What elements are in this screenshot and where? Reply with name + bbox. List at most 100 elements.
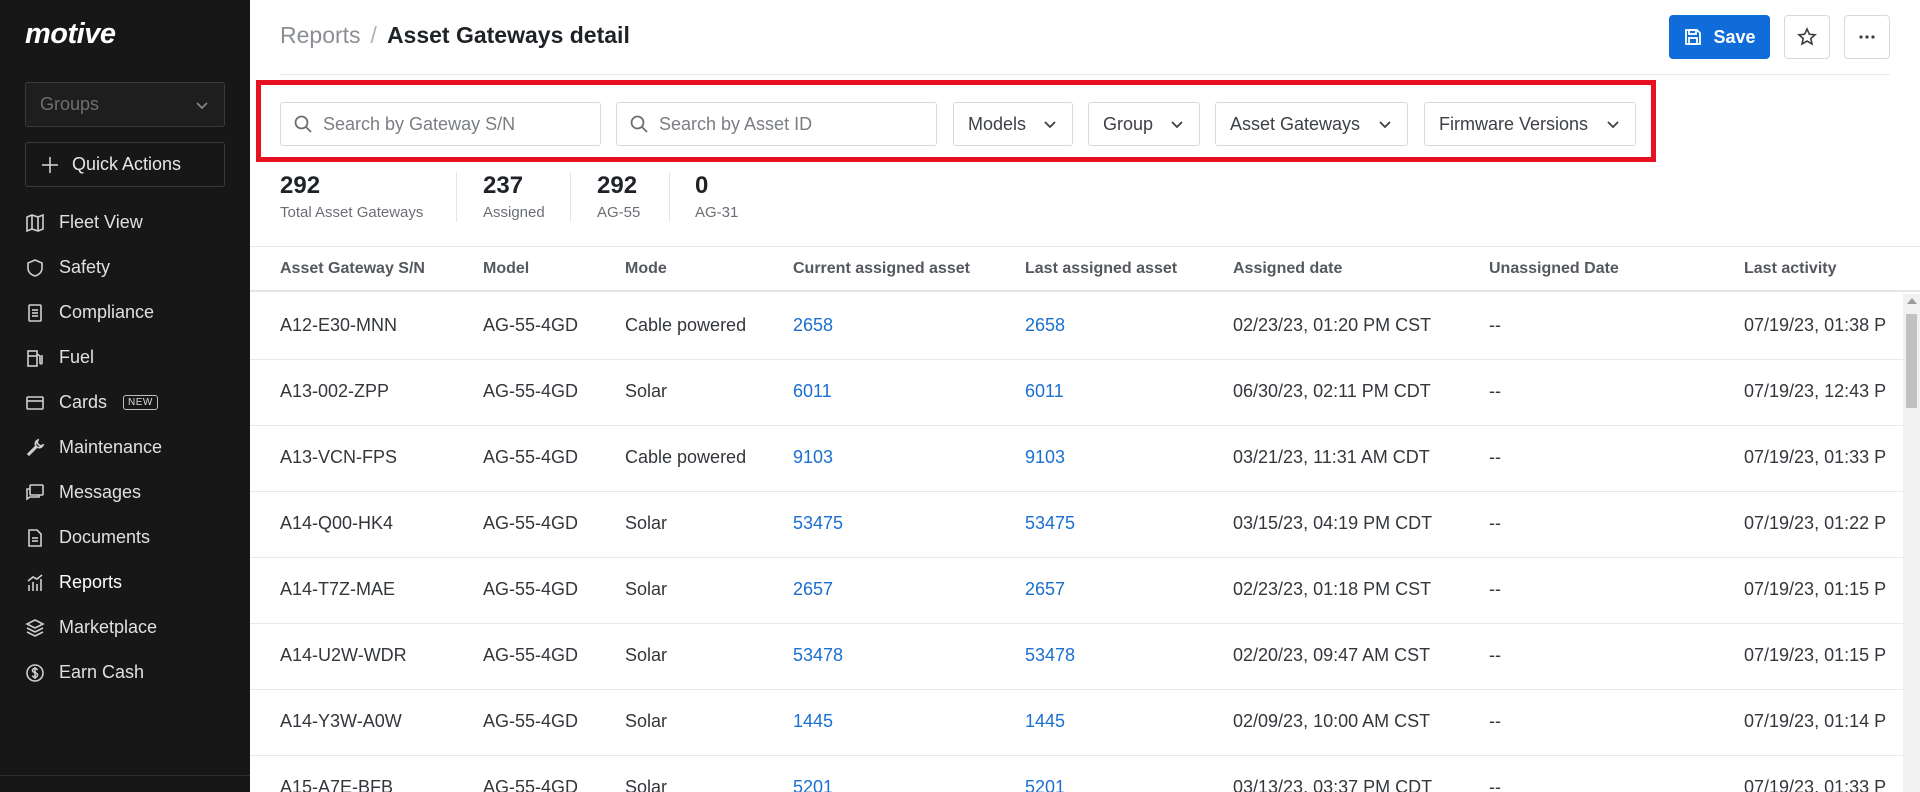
sidebar-item-reports[interactable]: Reports: [0, 560, 250, 605]
cell-assigned-date: 02/23/23, 01:20 PM CST: [1233, 315, 1432, 335]
cell-last-activity: 07/19/23, 01:15 P: [1744, 579, 1887, 599]
column-header-gateway-sn[interactable]: Asset Gateway S/N: [280, 260, 425, 278]
cell-mode: Solar: [625, 645, 668, 665]
table-row[interactable]: A14-Q00-HK4 AG-55-4GD Solar 53475 53475 …: [250, 492, 1920, 558]
column-header-model[interactable]: Model: [483, 260, 529, 278]
table-row[interactable]: A14-U2W-WDR AG-55-4GD Solar 53478 53478 …: [250, 624, 1920, 690]
groups-select[interactable]: Groups: [25, 82, 225, 127]
column-header-unassigned-date[interactable]: Unassigned Date: [1489, 260, 1619, 278]
cell-unassigned-date: --: [1489, 381, 1501, 401]
cell-last-activity: 07/19/23, 12:43 P: [1744, 381, 1887, 401]
cell-last-asset-link[interactable]: 9103: [1025, 447, 1065, 468]
star-icon: [1797, 27, 1817, 46]
table-row[interactable]: A13-002-ZPP AG-55-4GD Solar 6011 6011 06…: [250, 360, 1920, 426]
sidebar-item-label: Messages: [59, 482, 142, 502]
models-dropdown-label: Models: [968, 113, 1027, 134]
cell-last-activity: 07/19/23, 01:33 P: [1744, 447, 1887, 467]
cell-current-asset-link[interactable]: 2658: [793, 315, 833, 336]
table-row[interactable]: A13-VCN-FPS AG-55-4GD Cable powered 9103…: [250, 426, 1920, 492]
save-button[interactable]: Save: [1669, 15, 1770, 59]
sidebar-item-fleet-view[interactable]: Fleet View: [0, 200, 250, 245]
table-scrollbar[interactable]: [1903, 294, 1920, 792]
more-options-button[interactable]: [1844, 15, 1890, 59]
cell-gateway-sn: A14-T7Z-MAE: [280, 579, 396, 599]
table-row[interactable]: A14-T7Z-MAE AG-55-4GD Solar 2657 2657 02…: [250, 558, 1920, 624]
cell-model: AG-55-4GD: [483, 777, 579, 792]
sidebar-item-earn-cash[interactable]: Earn Cash: [0, 650, 250, 695]
quick-actions-button[interactable]: Quick Actions: [25, 142, 225, 187]
sidebar-item-label: Fuel: [59, 347, 95, 367]
sidebar-item-cards[interactable]: Cards NEW: [0, 380, 250, 425]
cell-current-asset-link[interactable]: 2657: [793, 579, 833, 600]
gateway-search-input[interactable]: [323, 113, 569, 135]
stat-value: 292: [597, 172, 638, 199]
group-dropdown[interactable]: Group: [1088, 102, 1200, 146]
cell-current-asset-link[interactable]: 1445: [793, 711, 833, 732]
cell-assigned-date: 02/09/23, 10:00 AM CST: [1233, 711, 1431, 731]
map-icon: [25, 213, 45, 233]
models-dropdown[interactable]: Models: [953, 102, 1073, 146]
cell-model: AG-55-4GD: [483, 711, 579, 731]
cell-unassigned-date: --: [1489, 315, 1501, 335]
sidebar-item-documents[interactable]: Documents: [0, 515, 250, 560]
sidebar-nav: Fleet View Safety Compliance Fuel Cards …: [0, 200, 250, 695]
cell-current-asset-link[interactable]: 6011: [793, 381, 832, 402]
asset-gateways-dropdown-label: Asset Gateways: [1230, 113, 1361, 134]
reports-chart-icon: [25, 573, 45, 593]
scrollbar-thumb[interactable]: [1906, 314, 1917, 408]
cell-last-asset-link[interactable]: 5201: [1025, 777, 1065, 792]
cell-current-asset-link[interactable]: 53478: [793, 645, 843, 666]
asset-search-input[interactable]: [659, 113, 905, 135]
cell-current-asset-link[interactable]: 9103: [793, 447, 833, 468]
sidebar-item-fuel[interactable]: Fuel: [0, 335, 250, 380]
asset-gateways-table: Asset Gateway S/N Model Mode Current ass…: [250, 246, 1920, 792]
cell-unassigned-date: --: [1489, 447, 1501, 467]
cell-last-asset-link[interactable]: 2657: [1025, 579, 1065, 600]
cell-mode: Solar: [625, 711, 668, 731]
breadcrumb-reports-link[interactable]: Reports: [280, 22, 361, 49]
cell-last-asset-link[interactable]: 6011: [1025, 381, 1064, 402]
table-row[interactable]: A12-E30-MNN AG-55-4GD Cable powered 2658…: [250, 294, 1920, 360]
chevron-down-icon: [1379, 121, 1391, 129]
sidebar-item-label: Fleet View: [59, 212, 143, 232]
column-header-mode[interactable]: Mode: [625, 260, 667, 278]
group-dropdown-label: Group: [1103, 113, 1154, 134]
cell-current-asset-link[interactable]: 5201: [793, 777, 833, 792]
cell-current-asset-link[interactable]: 53475: [793, 513, 843, 534]
cell-assigned-date: 02/20/23, 09:47 AM CST: [1233, 645, 1431, 665]
column-header-last-activity[interactable]: Last activity: [1744, 260, 1836, 278]
favorite-button[interactable]: [1784, 15, 1830, 59]
cell-gateway-sn: A13-002-ZPP: [280, 381, 390, 401]
sidebar-item-messages[interactable]: Messages: [0, 470, 250, 515]
cell-assigned-date: 02/23/23, 01:18 PM CST: [1233, 579, 1432, 599]
motive-logo[interactable]: motive: [25, 18, 116, 51]
sidebar-item-compliance[interactable]: Compliance: [0, 290, 250, 335]
more-horizontal-icon: [1859, 35, 1875, 39]
scroll-up-arrow-icon[interactable]: [1907, 298, 1917, 304]
sidebar-item-safety[interactable]: Safety: [0, 245, 250, 290]
search-icon: [294, 115, 312, 133]
column-header-assigned-date[interactable]: Assigned date: [1233, 260, 1342, 278]
cell-last-asset-link[interactable]: 53478: [1025, 645, 1075, 666]
cell-unassigned-date: --: [1489, 645, 1501, 665]
asset-gateways-dropdown[interactable]: Asset Gateways: [1215, 102, 1408, 146]
gateway-search-field[interactable]: [280, 102, 601, 146]
cell-last-activity: 07/19/23, 01:33 P: [1744, 777, 1887, 792]
column-header-current-asset[interactable]: Current assigned asset: [793, 260, 970, 278]
table-row[interactable]: A14-Y3W-A0W AG-55-4GD Solar 1445 1445 02…: [250, 690, 1920, 756]
table-row[interactable]: A15-A7E-BFB AG-55-4GD Solar 5201 5201 03…: [250, 756, 1920, 792]
sidebar-item-marketplace[interactable]: Marketplace: [0, 605, 250, 650]
cell-mode: Solar: [625, 777, 668, 792]
sidebar-item-maintenance[interactable]: Maintenance: [0, 425, 250, 470]
firmware-versions-dropdown[interactable]: Firmware Versions: [1424, 102, 1636, 146]
document-icon: [25, 528, 45, 548]
cell-last-asset-link[interactable]: 53475: [1025, 513, 1075, 534]
asset-search-field[interactable]: [616, 102, 937, 146]
cell-last-asset-link[interactable]: 2658: [1025, 315, 1065, 336]
column-header-last-asset[interactable]: Last assigned asset: [1025, 260, 1177, 278]
search-icon: [630, 115, 648, 133]
stat-total-asset-gateways: 292 Total Asset Gateways: [280, 172, 423, 221]
shield-icon: [25, 258, 45, 278]
cell-last-asset-link[interactable]: 1445: [1025, 711, 1065, 732]
cell-assigned-date: 03/21/23, 11:31 AM CDT: [1233, 447, 1430, 467]
